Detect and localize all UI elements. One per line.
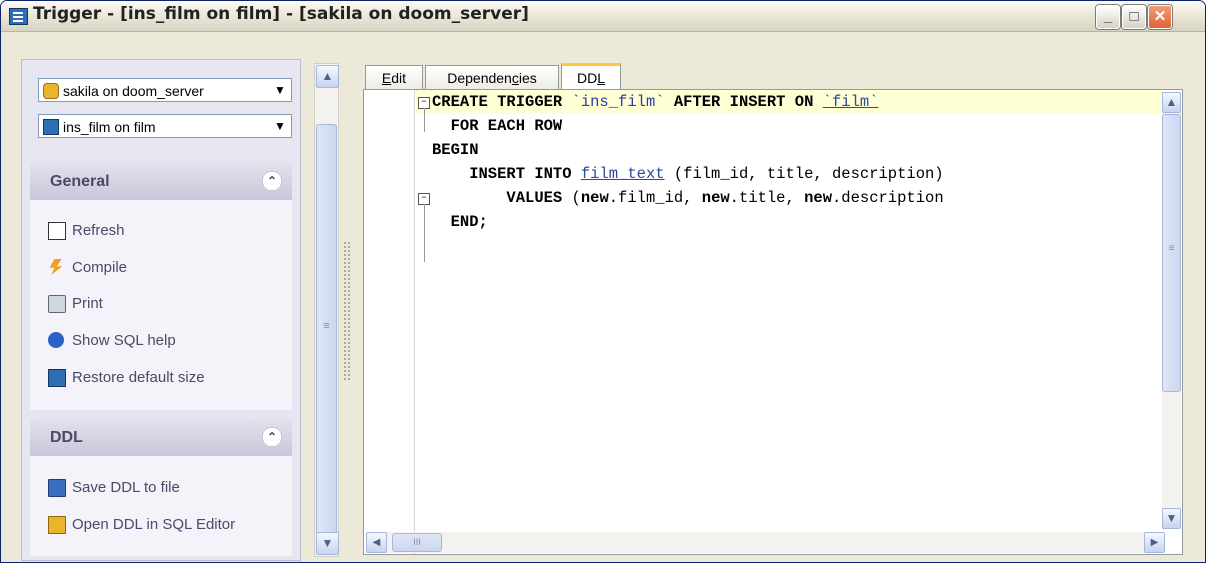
database-selector-value: sakila on doom_server <box>63 83 204 99</box>
general-group-body: Refresh Compile Print Show SQL help Rest… <box>30 200 292 410</box>
splitter-handle[interactable] <box>343 241 351 381</box>
tab-label-post: ies <box>518 70 537 86</box>
scroll-up-button[interactable]: ▲ <box>316 65 339 88</box>
action-label: Save DDL to file <box>72 479 180 496</box>
database-selector[interactable]: sakila on doom_server ▼ <box>38 78 292 102</box>
navigation-bar: sakila on doom_server ▼ ins_film on film… <box>21 59 301 561</box>
code-token: new <box>701 189 730 207</box>
window-title: Trigger - [ins_film on film] - [sakila o… <box>33 4 529 24</box>
code-line: END; <box>432 210 488 234</box>
save-icon <box>48 479 66 497</box>
action-label: Print <box>72 295 103 312</box>
code-token: `ins_film` <box>571 93 665 111</box>
maximize-button[interactable]: □ <box>1122 5 1146 29</box>
tab-label-pre: DD <box>576 70 598 86</box>
scroll-left-button[interactable]: ◀ <box>366 532 387 553</box>
code-token: VALUES <box>432 189 572 207</box>
code-token: CREATE TRIGGER <box>432 93 572 111</box>
code-token: AFTER INSERT ON <box>664 93 823 111</box>
tab-hotkey: L <box>597 70 606 86</box>
editor-vertical-scrollbar[interactable]: ▲ ≡ ▼ <box>1162 92 1181 529</box>
code-line: VALUES (new.film_id, new.title, new.desc… <box>432 186 944 210</box>
restore-icon <box>48 369 66 387</box>
ddl-group-header[interactable]: DDL ⌃ <box>30 418 292 456</box>
scroll-down-button[interactable]: ▼ <box>1162 508 1181 529</box>
code-line: FOR EACH ROW <box>432 114 563 138</box>
trigger-icon <box>43 119 59 135</box>
refresh-icon <box>48 222 66 240</box>
scroll-thumb[interactable]: ≡ <box>316 124 337 534</box>
code-line: INSERT INTO film_text (film_id, title, d… <box>432 162 944 186</box>
minimize-icon: _ <box>1103 8 1113 25</box>
sidebar-scrollbar[interactable]: ▲ ≡ ▼ <box>314 63 339 557</box>
scroll-thumb[interactable]: III <box>392 533 442 552</box>
code-token: .film_id, <box>608 189 702 207</box>
code-token: `film` <box>822 93 879 111</box>
code-token: new <box>804 189 832 207</box>
compile-icon <box>49 259 63 275</box>
group-title: General <box>50 173 110 190</box>
scroll-up-button[interactable]: ▲ <box>1162 92 1181 113</box>
action-label: Open DDL in SQL Editor <box>72 516 236 533</box>
editor-horizontal-scrollbar[interactable]: ◀ III ▶ <box>366 532 1165 553</box>
action-label: Show SQL help <box>72 332 176 349</box>
close-button[interactable]: ✕ <box>1148 5 1172 29</box>
open-editor-icon <box>48 516 66 534</box>
help-icon <box>48 332 64 348</box>
tab-hotkey: c <box>511 70 519 86</box>
fold-guide <box>424 108 425 132</box>
minimize-button[interactable]: _ <box>1096 5 1120 29</box>
tab-label-post: dit <box>391 70 407 86</box>
tab-hotkey: E <box>381 70 392 86</box>
ddl-editor[interactable]: − − CREATE TRIGGER `ins_film` AFTER INSE… <box>363 89 1183 555</box>
code-token: new <box>580 189 609 207</box>
collapse-icon[interactable]: ⌃ <box>262 427 282 447</box>
code-token: film_text <box>580 165 665 183</box>
action-label: Restore default size <box>72 369 205 386</box>
code-line: BEGIN <box>432 138 479 162</box>
chevron-down-icon[interactable]: ▼ <box>271 81 289 99</box>
action-label: Refresh <box>72 222 125 239</box>
database-icon <box>43 83 59 99</box>
code-token: .description <box>832 189 944 207</box>
code-token: .title, <box>729 189 805 207</box>
collapse-icon[interactable]: ⌃ <box>262 171 282 191</box>
code-line: CREATE TRIGGER `ins_film` AFTER INSERT O… <box>432 90 879 114</box>
maximize-icon: □ <box>1129 8 1139 25</box>
trigger-selector-value: ins_film on film <box>63 119 156 135</box>
code-token: (film_id, title, description) <box>664 165 944 183</box>
scroll-right-button[interactable]: ▶ <box>1144 532 1165 553</box>
action-label: Compile <box>72 259 128 276</box>
trigger-window-icon <box>9 8 28 25</box>
code-token: ( <box>571 189 581 207</box>
tab-label-pre: Dependen <box>447 70 512 86</box>
code-token: INSERT INTO <box>432 165 581 183</box>
chevron-down-icon[interactable]: ▼ <box>271 117 289 135</box>
ddl-group-body: Save DDL to file Open DDL in SQL Editor <box>30 456 292 556</box>
code-token: BEGIN <box>432 141 479 159</box>
title-bar[interactable]: Trigger - [ins_film on film] - [sakila o… <box>1 1 1205 32</box>
trigger-editor-window: Trigger - [ins_film on film] - [sakila o… <box>0 0 1206 563</box>
group-title: DDL <box>50 429 83 446</box>
close-icon: ✕ <box>1153 8 1167 25</box>
scroll-thumb[interactable]: ≡ <box>1162 114 1181 392</box>
fold-guide <box>424 204 425 262</box>
grip-icon: ≡ <box>323 320 330 332</box>
tab-edit[interactable]: Edit <box>365 65 423 90</box>
code-area[interactable]: − − CREATE TRIGGER `ins_film` AFTER INSE… <box>416 90 1164 527</box>
print-icon <box>48 295 66 313</box>
code-token: FOR EACH ROW <box>432 117 563 135</box>
scroll-down-button[interactable]: ▼ <box>316 532 339 555</box>
code-token: END; <box>432 213 488 231</box>
line-gutter <box>364 90 415 554</box>
grip-icon: ≡ <box>1168 243 1175 254</box>
general-group-header[interactable]: General ⌃ <box>30 162 292 200</box>
tab-dependencies[interactable]: Dependencies <box>425 65 559 90</box>
trigger-selector[interactable]: ins_film on film ▼ <box>38 114 292 138</box>
